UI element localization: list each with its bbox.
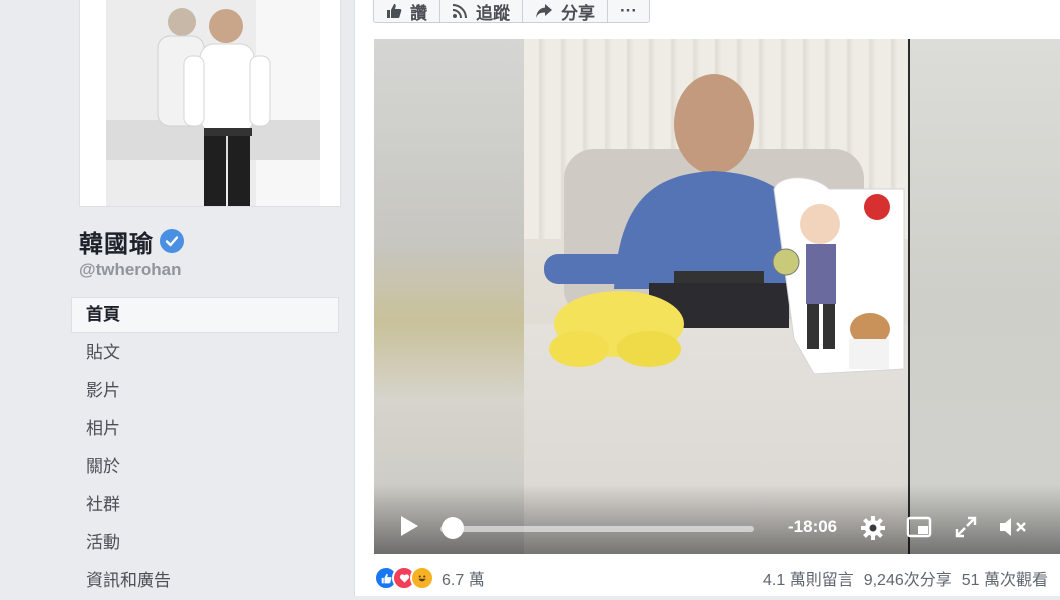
nav-item-posts[interactable]: 貼文: [71, 333, 339, 371]
main-column: 讚 追蹤 分享 ··· -18:06 6.7 萬 4.1 萬則留言 9,246次…: [354, 0, 1060, 596]
profile-picture-frame[interactable]: [79, 0, 341, 207]
time-remaining: -18:06: [788, 517, 838, 536]
page-actions: 讚 追蹤 分享 ···: [373, 0, 650, 23]
video-progress-knob[interactable]: [442, 517, 464, 539]
video-scene-image: [544, 74, 905, 375]
like-label: 讚: [410, 3, 427, 23]
left-column: 韓國瑜 @twherohan 首頁 貼文 影片 相片 關於 社群 活動 資訊和廣…: [0, 0, 354, 596]
fullscreen-button[interactable]: [954, 515, 978, 544]
verified-badge-icon: [160, 229, 184, 253]
page-nav: 首頁 貼文 影片 相片 關於 社群 活動 資訊和廣告: [71, 297, 339, 599]
follow-label: 追蹤: [476, 3, 510, 23]
video-player[interactable]: -18:06: [374, 39, 1060, 554]
reaction-count: 6.7 萬: [442, 572, 485, 589]
comment-count[interactable]: 4.1 萬則留言: [763, 566, 854, 590]
nav-item-events[interactable]: 活動: [71, 523, 339, 561]
page-name[interactable]: 韓國瑜: [79, 224, 154, 259]
nav-item-community[interactable]: 社群: [71, 485, 339, 523]
video-blur-right: [910, 39, 1060, 554]
play-button[interactable]: [398, 514, 420, 543]
haha-reaction-icon: [410, 566, 434, 590]
rss-follow-icon: [452, 4, 467, 19]
video-frame: [524, 39, 908, 554]
profile-photo[interactable]: [106, 0, 320, 206]
post-stats: 6.7 萬 4.1 萬則留言 9,246次分享 51 萬次觀看: [374, 560, 1060, 596]
picture-in-picture-icon: [906, 516, 932, 538]
view-count: 51 萬次觀看: [961, 572, 1048, 589]
nav-item-about[interactable]: 關於: [71, 447, 339, 485]
reactions-summary[interactable]: 6.7 萬: [374, 566, 485, 590]
more-options-label: ···: [620, 1, 637, 20]
fullscreen-icon: [955, 516, 977, 538]
play-icon: [401, 516, 418, 536]
video-progress-bar[interactable]: [440, 526, 754, 532]
volume-muted-icon: [1000, 518, 1026, 536]
nav-item-info-ads[interactable]: 資訊和廣告: [71, 561, 339, 599]
picture-in-picture-button[interactable]: [906, 515, 932, 544]
share-arrow-icon: [536, 4, 552, 18]
profile-photo-image: [106, 0, 320, 206]
thumbs-up-icon: [387, 4, 402, 18]
share-count[interactable]: 9,246次分享: [864, 566, 952, 590]
page-name-row: 韓國瑜: [79, 224, 184, 258]
nav-item-videos[interactable]: 影片: [71, 371, 339, 409]
video-blur-left: [374, 39, 524, 554]
follow-button[interactable]: 追蹤: [439, 0, 523, 23]
gear-icon: [861, 516, 885, 540]
share-label: 分享: [561, 3, 595, 23]
page-handle[interactable]: @twherohan: [79, 260, 182, 280]
settings-button[interactable]: [860, 515, 886, 546]
engagement-counts: 4.1 萬則留言 9,246次分享 51 萬次觀看: [763, 566, 1048, 590]
video-controls: -18:06: [374, 500, 1060, 554]
nav-item-photos[interactable]: 相片: [71, 409, 339, 447]
more-options-button[interactable]: ···: [607, 0, 650, 23]
share-button[interactable]: 分享: [522, 0, 608, 23]
mute-button[interactable]: [998, 515, 1030, 544]
nav-item-home[interactable]: 首頁: [71, 297, 339, 333]
like-button[interactable]: 讚: [373, 0, 440, 23]
